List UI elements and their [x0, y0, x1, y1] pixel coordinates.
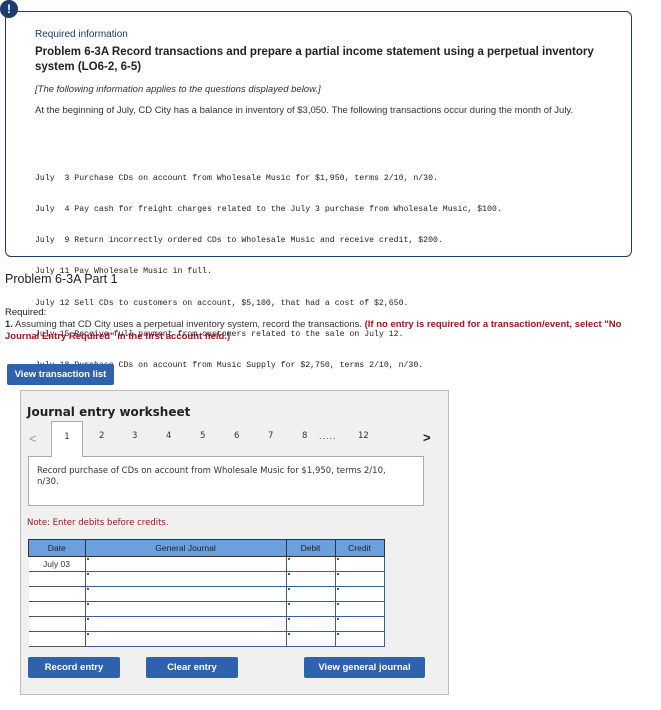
chevron-left-icon[interactable]: < — [29, 431, 37, 446]
applies-note: [The following information applies to th… — [35, 84, 321, 95]
required-information-card: Required information Problem 6-3A Record… — [5, 11, 632, 464]
debits-note: Note: Enter debits before credits. — [27, 518, 169, 528]
tab-5[interactable]: 5 — [200, 431, 205, 441]
worksheet-title: Journal entry worksheet — [27, 405, 191, 419]
tab-2[interactable]: 2 — [99, 431, 104, 441]
debit-input[interactable] — [285, 571, 336, 587]
date-cell: July 03 — [28, 556, 86, 572]
view-general-journal-button[interactable]: View general journal — [304, 657, 425, 678]
debit-input[interactable] — [285, 586, 336, 602]
date-cell — [28, 631, 86, 647]
header-debit: Debit — [285, 539, 336, 557]
credit-input[interactable] — [334, 586, 385, 602]
account-input[interactable] — [84, 586, 287, 602]
tab-ellipsis: ..... — [319, 431, 337, 441]
tab-12[interactable]: 12 — [358, 431, 369, 441]
tab-7[interactable]: 7 — [268, 431, 273, 441]
credit-input[interactable] — [334, 601, 385, 617]
alert-icon: ! — [0, 0, 18, 18]
date-cell — [28, 586, 86, 602]
transaction-item: July 4 Pay cash for freight charges rela… — [35, 205, 502, 215]
journal-table: Date General Journal Debit Credit July 0… — [28, 539, 385, 647]
part-title: Problem 6-3A Part 1 — [5, 272, 118, 286]
journal-header-row: Date General Journal Debit Credit — [28, 539, 385, 557]
clear-entry-button[interactable]: Clear entry — [146, 657, 238, 678]
transaction-item: July 3 Purchase CDs on account from Whol… — [35, 173, 438, 183]
credit-input[interactable] — [334, 631, 385, 647]
problem-intro: At the beginning of July, CD City has a … — [35, 105, 574, 116]
header-credit: Credit — [334, 539, 385, 557]
tab-1[interactable]: 1 — [51, 421, 83, 457]
header-general-journal: General Journal — [84, 539, 287, 557]
credit-input[interactable] — [334, 616, 385, 632]
credit-input[interactable] — [334, 571, 385, 587]
record-entry-button[interactable]: Record entry — [28, 657, 120, 678]
required-text: Assuming that CD City uses a perpetual i… — [12, 319, 365, 330]
tab-3[interactable]: 3 — [132, 431, 137, 441]
debit-input[interactable] — [285, 631, 336, 647]
required-instructions: 1. Assuming that CD City uses a perpetua… — [5, 319, 645, 343]
account-input[interactable] — [84, 601, 287, 617]
required-info-label: Required information — [35, 29, 128, 40]
tab-6[interactable]: 6 — [234, 431, 239, 441]
account-input[interactable] — [84, 616, 287, 632]
account-input[interactable] — [84, 571, 287, 587]
credit-input[interactable] — [334, 556, 385, 572]
debit-input[interactable] — [285, 616, 336, 632]
debit-input[interactable] — [285, 601, 336, 617]
view-transaction-list-button[interactable]: View transaction list — [7, 364, 114, 385]
header-date: Date — [28, 539, 86, 557]
date-cell — [28, 616, 86, 632]
journal-row — [28, 631, 385, 647]
journal-entry-worksheet: Journal entry worksheet < 1 2 3 4 5 6 7 … — [20, 390, 449, 695]
debit-input[interactable] — [285, 556, 336, 572]
journal-row — [28, 616, 385, 632]
tab-4[interactable]: 4 — [166, 431, 171, 441]
account-input[interactable] — [84, 556, 287, 572]
account-input[interactable] — [84, 631, 287, 647]
transaction-description: Record purchase of CDs on account from W… — [37, 466, 386, 487]
required-number: 1. — [5, 319, 13, 330]
date-cell — [28, 571, 86, 587]
journal-row: July 03 — [28, 556, 385, 572]
transaction-description-box: Record purchase of CDs on account from W… — [28, 456, 424, 506]
journal-row — [28, 601, 385, 617]
date-cell — [28, 601, 86, 617]
transaction-item: July 9 Return incorrectly ordered CDs to… — [35, 236, 443, 246]
transaction-item: July 12 Sell CDs to customers on account… — [35, 298, 409, 308]
problem-title: Problem 6-3A Record transactions and pre… — [35, 46, 594, 73]
journal-row — [28, 586, 385, 602]
chevron-right-icon[interactable]: > — [423, 430, 431, 445]
journal-row — [28, 571, 385, 587]
tab-8[interactable]: 8 — [302, 431, 307, 441]
required-label: Required: — [5, 307, 47, 318]
